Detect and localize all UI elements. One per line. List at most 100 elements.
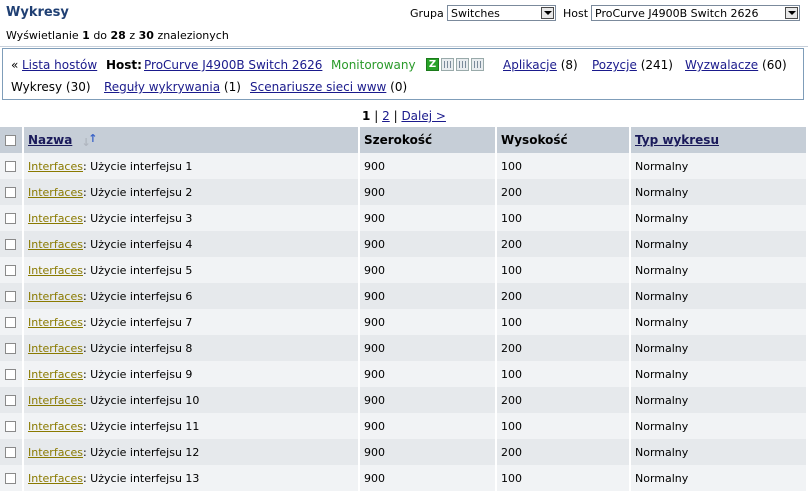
row-checkbox[interactable] <box>5 421 16 432</box>
graphs-table: Nazwa ↓ ↑ Szerokość Wysokość Typ wykresu … <box>0 127 808 491</box>
page-header: Wykresy Wyświetlanie 1 do 28 z 30 znalez… <box>0 0 808 47</box>
graph-type: Normalny <box>631 283 808 309</box>
graph-height: 200 <box>497 179 631 205</box>
back-arrow: « <box>11 58 19 72</box>
hosts-list-link[interactable]: Lista hostów <box>22 58 97 72</box>
name-sort-link[interactable]: Nazwa <box>28 133 72 147</box>
row-checkbox[interactable] <box>5 213 16 224</box>
row-checkbox[interactable] <box>5 343 16 354</box>
table-row: Interfaces: Użycie interfejsu 12 900 200 No… <box>0 439 808 465</box>
chevron-down-icon[interactable] <box>785 7 798 19</box>
graph-type: Normalny <box>631 361 808 387</box>
graph-name: : Użycie interfejsu 3 <box>82 211 193 225</box>
group-select[interactable]: Switches <box>447 5 556 21</box>
graph-name-cell: Interfaces: Użycie interfejsu 8 <box>24 335 360 361</box>
graph-width: 900 <box>360 283 497 309</box>
table-row: Interfaces: Użycie interfejsu 13 900 100 No… <box>0 465 808 491</box>
graph-name: : Użycie interfejsu 5 <box>82 263 193 277</box>
host-label: Host: <box>106 58 142 72</box>
host-nav-panel: « Lista hostów Host: ProCurve J4900B Swi… <box>2 48 804 100</box>
row-select-cell <box>0 205 24 231</box>
triggers-link[interactable]: Wyzwalacze <box>685 58 758 72</box>
apps-link[interactable]: Aplikacje <box>503 58 557 72</box>
host-select-value: ProCurve J4900B Switch 2626 <box>595 7 759 20</box>
discovery-link[interactable]: Reguły wykrywania <box>104 80 220 94</box>
discovery-nav: Reguły wykrywania (1) <box>104 80 241 94</box>
template-link[interactable]: Interfaces <box>28 212 83 225</box>
row-checkbox[interactable] <box>5 187 16 198</box>
row-select-cell <box>0 361 24 387</box>
template-link[interactable]: Interfaces <box>28 472 83 485</box>
graph-width: 900 <box>360 335 497 361</box>
template-link[interactable]: Interfaces <box>28 290 83 303</box>
graph-icon-2 <box>471 58 484 71</box>
table-row: Interfaces: Użycie interfejsu 7 900 100 Nor… <box>0 309 808 335</box>
graph-name: : Użycie interfejsu 12 <box>82 445 200 459</box>
sort-asc-icon: ↓ ↑ <box>81 132 98 150</box>
items-nav: Pozycje (241) <box>592 58 673 72</box>
row-checkbox[interactable] <box>5 161 16 172</box>
next-page-link[interactable]: Dalej > <box>401 109 446 123</box>
host-name-link[interactable]: ProCurve J4900B Switch 2626 <box>144 58 322 72</box>
col-width-header: Szerokość <box>360 127 497 153</box>
graph-name-cell: Interfaces: Użycie interfejsu 10 <box>24 387 360 413</box>
col-name-header[interactable]: Nazwa ↓ ↑ <box>24 127 360 153</box>
pagination: 1 | 2 | Dalej > <box>0 109 808 123</box>
template-link[interactable]: Interfaces <box>28 160 83 173</box>
graph-type: Normalny <box>631 465 808 491</box>
graph-name-cell: Interfaces: Użycie interfejsu 7 <box>24 309 360 335</box>
template-link[interactable]: Interfaces <box>28 394 83 407</box>
graph-width: 900 <box>360 153 497 179</box>
row-checkbox[interactable] <box>5 317 16 328</box>
row-checkbox[interactable] <box>5 291 16 302</box>
template-link[interactable]: Interfaces <box>28 264 83 277</box>
row-checkbox[interactable] <box>5 239 16 250</box>
col-type-header[interactable]: Typ wykresu <box>631 127 808 153</box>
row-checkbox[interactable] <box>5 265 16 276</box>
template-link[interactable]: Interfaces <box>28 368 83 381</box>
template-link[interactable]: Interfaces <box>28 238 83 251</box>
template-link[interactable]: Interfaces <box>28 420 83 433</box>
row-checkbox[interactable] <box>5 447 16 458</box>
graph-type: Normalny <box>631 413 808 439</box>
template-link[interactable]: Interfaces <box>28 342 83 355</box>
type-sort-link[interactable]: Typ wykresu <box>635 133 719 147</box>
found-prefix: Wyświetlanie <box>6 29 79 42</box>
web-link[interactable]: Scenariusze sieci www <box>250 80 386 94</box>
graph-name: : Użycie interfejsu 4 <box>82 237 193 251</box>
graph-name: : Użycie interfejsu 9 <box>82 367 193 381</box>
template-link[interactable]: Interfaces <box>28 186 83 199</box>
col-height-header: Wysokość <box>497 127 631 153</box>
row-checkbox[interactable] <box>5 395 16 406</box>
graph-width: 900 <box>360 387 497 413</box>
graph-height: 100 <box>497 413 631 439</box>
items-link[interactable]: Pozycje <box>592 58 637 72</box>
grid-icon <box>441 58 454 71</box>
graph-name-cell: Interfaces: Użycie interfejsu 5 <box>24 257 360 283</box>
row-checkbox[interactable] <box>5 369 16 380</box>
found-total: 30 <box>138 29 154 42</box>
chevron-down-icon[interactable] <box>541 7 554 19</box>
graph-type: Normalny <box>631 231 808 257</box>
found-to: 28 <box>110 29 126 42</box>
table-row: Interfaces: Użycie interfejsu 5 900 100 Nor… <box>0 257 808 283</box>
zabbix-z-icon: Z <box>426 58 439 71</box>
graph-name-cell: Interfaces: Użycie interfejsu 9 <box>24 361 360 387</box>
graph-name: : Użycie interfejsu 11 <box>82 419 200 433</box>
graph-height: 100 <box>497 309 631 335</box>
table-row: Interfaces: Użycie interfejsu 11 900 100 No… <box>0 413 808 439</box>
select-all-checkbox[interactable] <box>5 135 16 146</box>
row-select-cell <box>0 231 24 257</box>
host-select[interactable]: ProCurve J4900B Switch 2626 <box>591 5 800 21</box>
table-row: Interfaces: Użycie interfejsu 3 900 100 Nor… <box>0 205 808 231</box>
template-link[interactable]: Interfaces <box>28 446 83 459</box>
status-badge: Monitorowany <box>331 58 416 72</box>
graph-height: 100 <box>497 465 631 491</box>
template-link[interactable]: Interfaces <box>28 316 83 329</box>
apps-nav: Aplikacje (8) <box>503 58 578 72</box>
graph-width: 900 <box>360 205 497 231</box>
found-of-word: z <box>129 29 136 42</box>
row-checkbox[interactable] <box>5 473 16 484</box>
graph-type: Normalny <box>631 387 808 413</box>
page-2-link[interactable]: 2 <box>382 109 390 123</box>
